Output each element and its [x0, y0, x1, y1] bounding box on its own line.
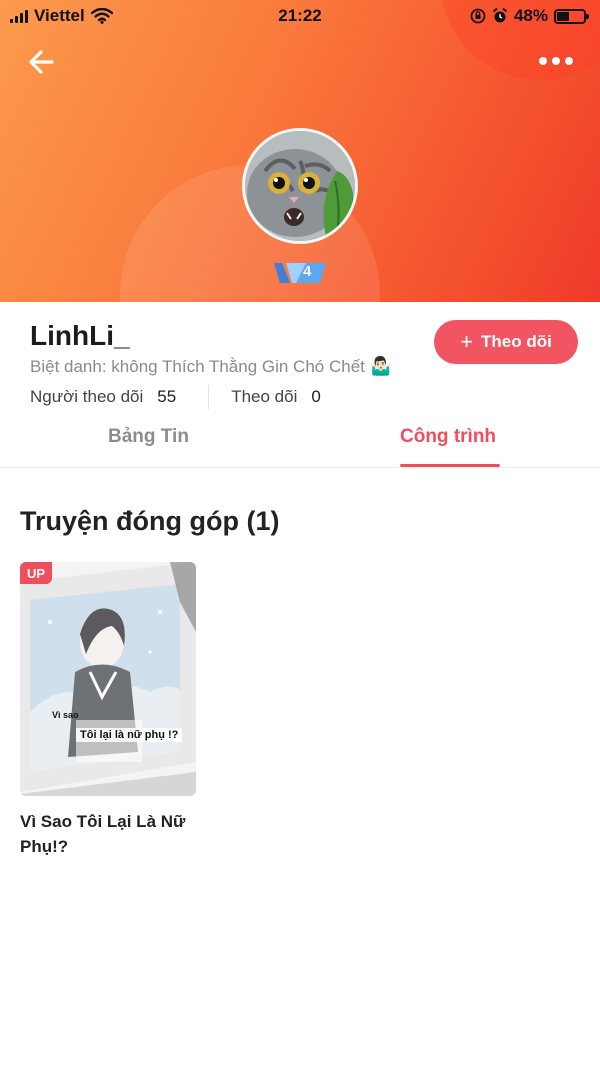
level-number: 4: [303, 263, 312, 280]
dot-icon: [539, 57, 547, 65]
story-cover[interactable]: UP Vì sao Tôi lại là nữ phụ !?: [20, 562, 196, 796]
arrow-left-icon: [29, 50, 54, 74]
story-title[interactable]: Vì Sao Tôi Lại Là Nữ Phụ!?: [20, 810, 196, 859]
battery-percent: 48%: [513, 6, 548, 25]
profile-tabs: Bảng Tin Công trình: [0, 418, 600, 468]
battery-icon: [554, 8, 589, 24]
follow-button-label: Theo dõi: [481, 332, 552, 351]
status-right: 48%: [470, 6, 589, 26]
stats-divider: [208, 385, 210, 409]
followers-label: Người theo dõi: [30, 387, 144, 406]
up-badge: UP: [20, 562, 52, 584]
nickname-emoji: 🤷🏻‍♂️: [369, 356, 393, 376]
following-count: 0: [311, 387, 321, 406]
battery-level: [557, 11, 569, 21]
plus-icon: +: [460, 329, 474, 354]
alarm-icon: [493, 8, 507, 23]
avatar[interactable]: [242, 128, 358, 244]
nickname: Biệt danh: không Thích Thằng Gin Chó Chế…: [30, 356, 392, 377]
followers-count: 55: [157, 387, 177, 406]
rotation-lock-icon: [470, 8, 486, 24]
active-tab-indicator: [400, 464, 500, 467]
cover-text-small: Vì sao: [52, 710, 79, 720]
profile-header-banner: Viettel 21:22 48% 4: [0, 0, 600, 302]
story-cover-image: [20, 562, 196, 796]
tab-feed[interactable]: Bảng Tin: [108, 426, 189, 448]
section-title: Truyện đóng góp (1): [20, 506, 280, 536]
followers-stat[interactable]: Người theo dõi 55: [30, 387, 176, 407]
follow-button[interactable]: + Theo dõi: [434, 320, 578, 364]
dot-icon: [565, 57, 573, 65]
tab-works[interactable]: Công trình: [400, 426, 496, 448]
dot-icon: [552, 57, 560, 65]
nickname-text: Biệt danh: không Thích Thằng Gin Chó Chế…: [30, 357, 365, 376]
follow-stats: Người theo dõi 55 Theo dõi 0: [30, 385, 321, 409]
avatar-cat-image: [245, 131, 355, 241]
back-button[interactable]: [24, 44, 64, 80]
username: LinhLi_: [30, 320, 130, 351]
status-bar: Viettel 21:22 48%: [0, 0, 600, 32]
level-badge: 4: [272, 260, 330, 286]
cover-text-main: Tôi lại là nữ phụ !?: [76, 728, 183, 742]
more-options-button[interactable]: [536, 46, 576, 76]
following-stat[interactable]: Theo dõi 0: [231, 387, 321, 407]
following-label: Theo dõi: [231, 387, 298, 406]
level-ribbon-icon: [274, 263, 326, 283]
